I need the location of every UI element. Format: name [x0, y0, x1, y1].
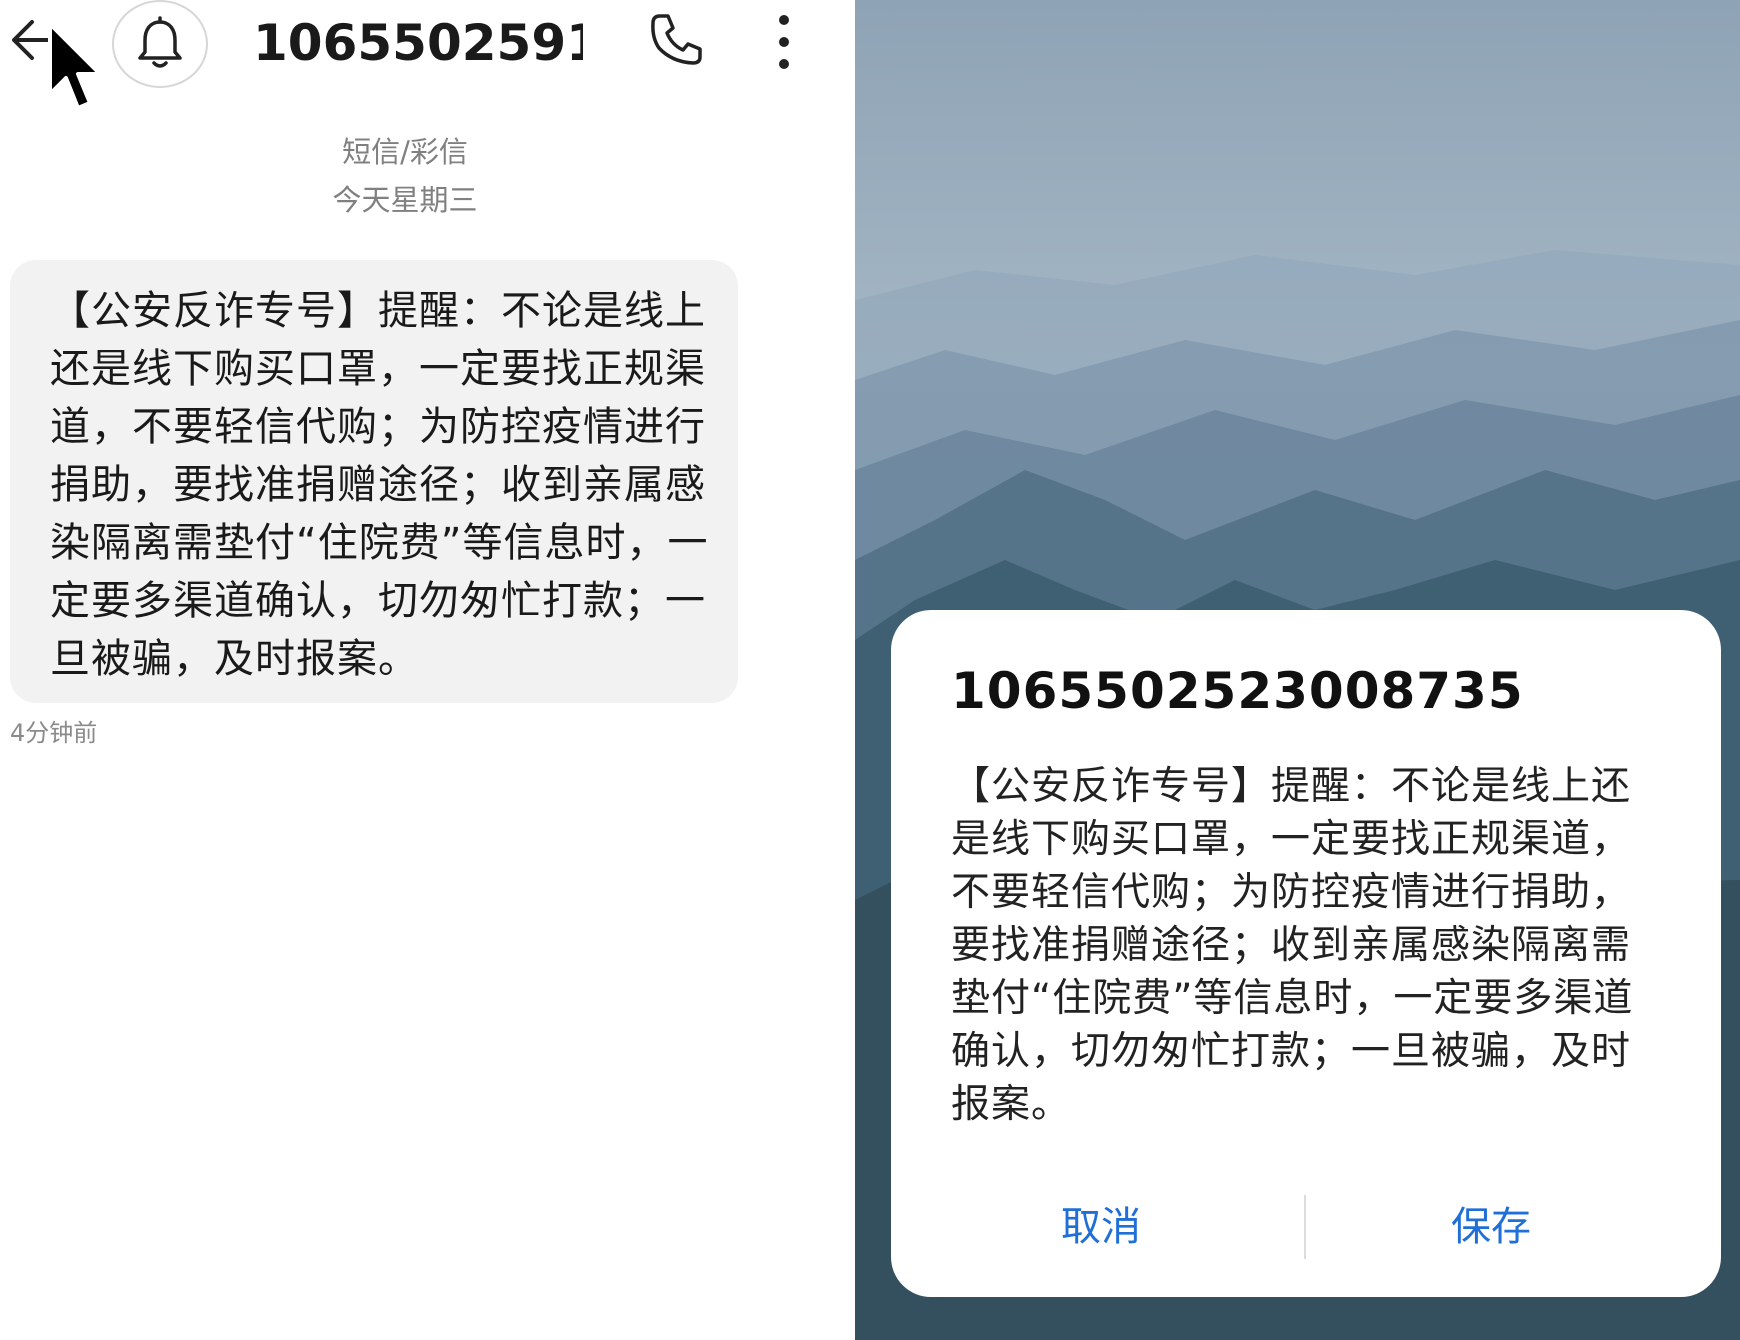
date-label: 今天星期三 — [332, 183, 478, 217]
message-timestamp: 4分钟前 — [10, 719, 98, 747]
message-text: 【公安反诈专号】提醒：不论是线上还是线下购买口罩，一定要找正规渠道，不要轻信代购… — [50, 288, 709, 682]
message-bubble[interactable]: 【公安反诈专号】提醒：不论是线上还是线下购买口罩，一定要找正规渠道，不要轻信代购… — [10, 260, 738, 703]
mouse-cursor-icon — [44, 20, 108, 120]
call-button[interactable] — [646, 10, 706, 70]
conversation-screen: 1065502591... 短信/彩信 今天星期三 【公安反诈专号】提醒：不论是… — [0, 0, 855, 1340]
more-options-button[interactable] — [766, 10, 802, 74]
dialog-sender-number: 1065502523008735 — [951, 662, 1524, 720]
message-popup-dialog: 1065502523008735 【公安反诈专号】提醒：不论是线上还是线下购买口… — [891, 610, 1721, 1297]
phone-icon — [651, 14, 702, 65]
popup-screen: 1065502523008735 【公安反诈专号】提醒：不论是线上还是线下购买口… — [855, 0, 1740, 1340]
dialog-message-text: 【公安反诈专号】提醒：不论是线上还是线下购买口罩，一定要找正规渠道，不要轻信代购… — [951, 764, 1634, 1127]
more-vertical-icon — [779, 15, 789, 69]
contact-title[interactable]: 1065502591... — [253, 8, 583, 78]
notification-button[interactable] — [112, 0, 208, 88]
bell-icon — [138, 16, 182, 68]
channel-label: 短信/彩信 — [342, 135, 468, 169]
button-divider — [1304, 1195, 1306, 1259]
cancel-button[interactable]: 取消 — [951, 1190, 1251, 1264]
save-button[interactable]: 保存 — [1341, 1190, 1641, 1264]
